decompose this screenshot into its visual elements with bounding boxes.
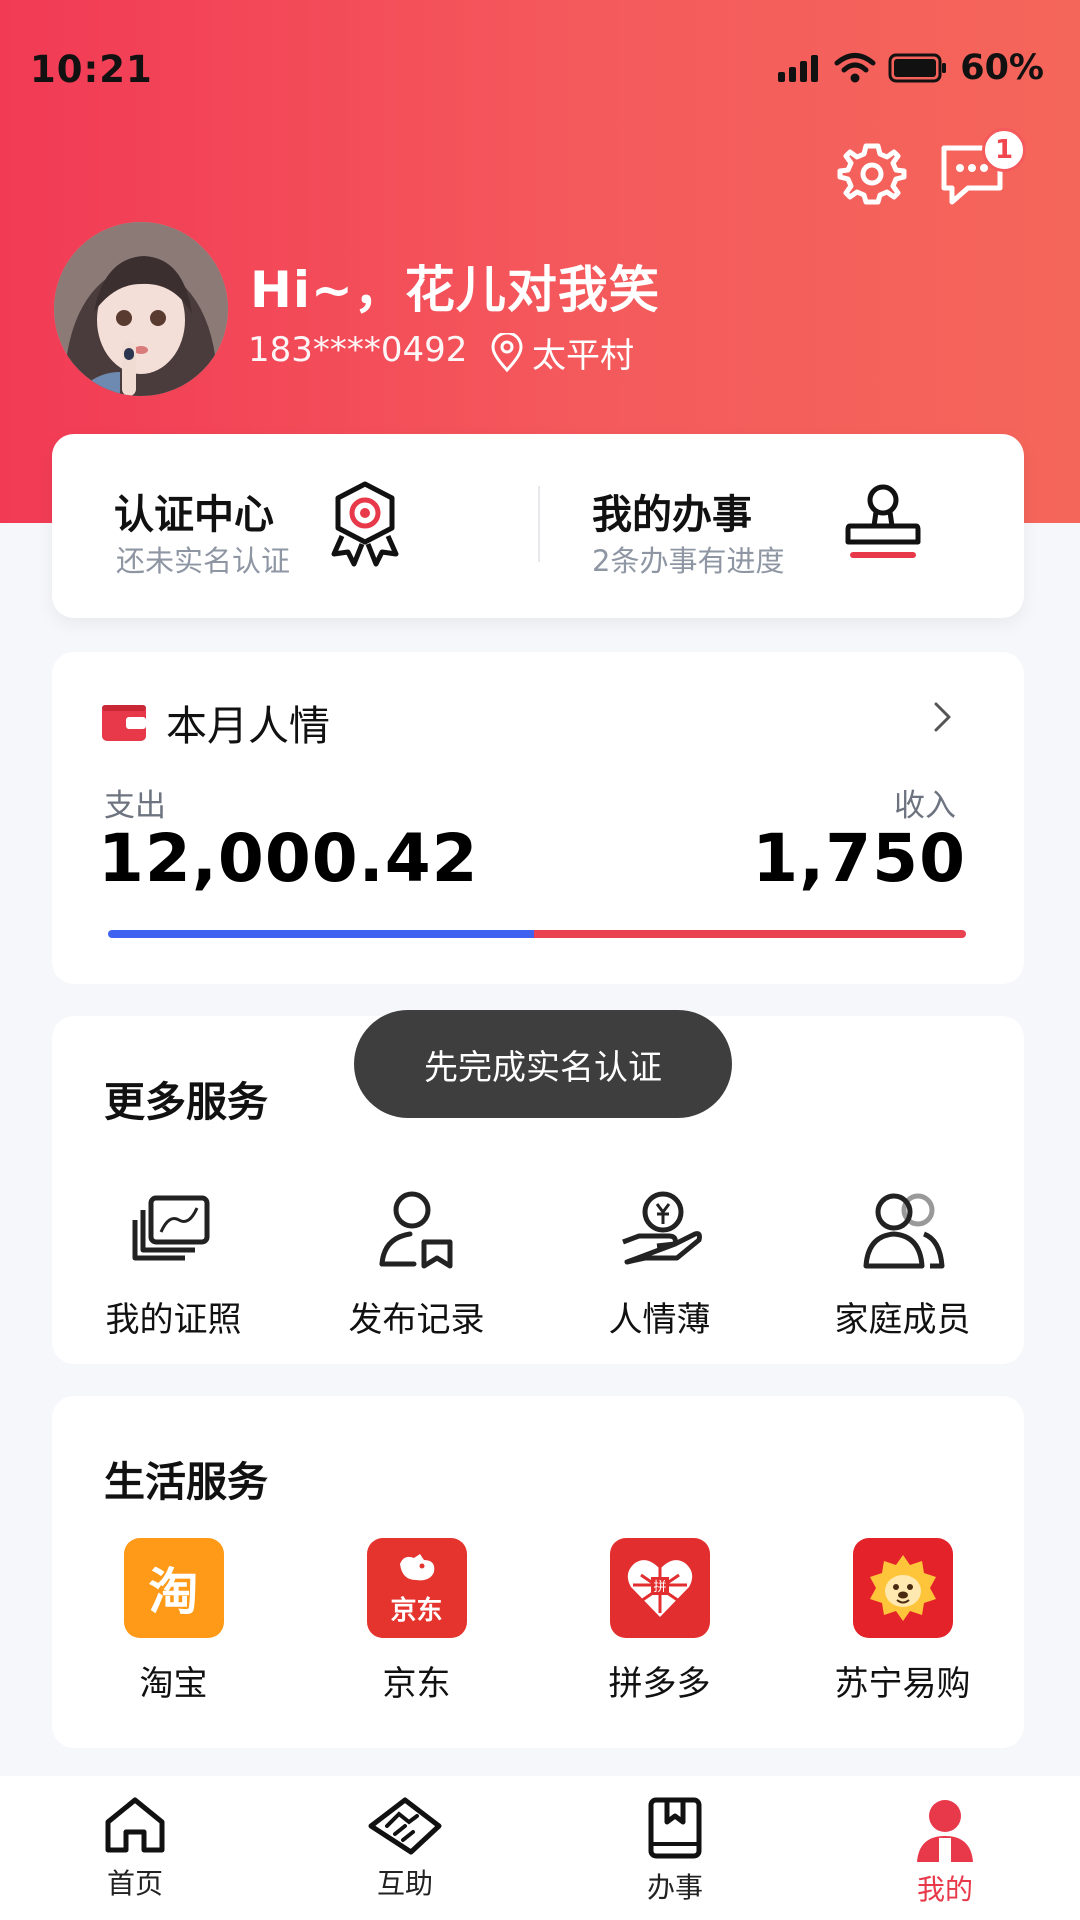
avatar[interactable] (54, 222, 228, 396)
more-services-grid: 我的证照 发布记录 人情薄 家庭成员 (52, 1186, 1024, 1341)
nav-label: 互助 (376, 1867, 433, 1900)
nav-mutual-help[interactable]: 互助 (270, 1776, 540, 1920)
user-location: 太平村 (490, 328, 634, 377)
status-bar: 10:21 60% (0, 0, 1080, 140)
family-icon (860, 1186, 946, 1272)
jd-dog-icon (399, 1553, 434, 1580)
service-publish-records[interactable]: 发布记录 (295, 1186, 538, 1341)
income-value: 1,750 (752, 820, 966, 897)
nav-affairs[interactable]: 办事 (540, 1776, 810, 1920)
certification-center-title: 认证中心 (114, 492, 274, 538)
pinduoduo-glyph: 拼 (653, 1580, 666, 1595)
status-indicators: 60% (776, 48, 1044, 88)
jd-glyph: 京东 (390, 1595, 443, 1626)
app-label: 京东 (382, 1664, 451, 1704)
life-services-title: 生活服务 (104, 1458, 268, 1506)
life-services-card: 生活服务 淘 淘宝 京东 京东 拼 拼多多 苏宁易购 (52, 1396, 1024, 1748)
settings-button[interactable] (836, 138, 908, 210)
battery-percentage: 60% (960, 48, 1044, 88)
message-count-badge: 1 (982, 128, 1026, 172)
my-affairs-entry[interactable]: 我的办事 2条办事有进度 (538, 434, 1024, 618)
service-label: 我的证照 (105, 1300, 242, 1340)
book-icon (648, 1797, 702, 1859)
jd-icon: 京东 (366, 1538, 467, 1638)
pinduoduo-icon: 拼 (609, 1538, 710, 1638)
handshake-icon (368, 1797, 442, 1855)
badge-icon (320, 478, 410, 568)
chevron-right-icon[interactable] (932, 700, 954, 734)
ratio-bar (108, 930, 966, 938)
app-label: 淘宝 (139, 1664, 208, 1704)
app-label: 苏宁易购 (834, 1664, 971, 1704)
wifi-icon (834, 53, 876, 83)
expense-value: 12,000.42 (98, 820, 479, 897)
monthly-favors-card[interactable]: 本月人情 支出 收入 12,000.42 1,750 (52, 652, 1024, 984)
publish-record-icon (374, 1186, 460, 1272)
my-affairs-title: 我的办事 (592, 492, 752, 538)
wallet-icon (102, 705, 146, 741)
nav-mine[interactable]: 我的 (810, 1776, 1080, 1920)
app-label: 拼多多 (608, 1664, 711, 1704)
my-affairs-progress: 2条办事有进度 (592, 544, 785, 578)
signal-icon (778, 55, 819, 82)
service-label: 人情薄 (608, 1300, 711, 1340)
more-services-title: 更多服务 (104, 1078, 268, 1126)
expense-bar (108, 930, 535, 938)
nav-home[interactable]: 首页 (0, 1776, 270, 1920)
status-time: 10:21 (30, 48, 153, 91)
gift-ledger-icon (617, 1186, 703, 1272)
certificate-icon (131, 1186, 217, 1272)
nav-label: 我的 (916, 1873, 973, 1906)
user-phone: 183****0492 (248, 330, 468, 370)
service-gift-ledger[interactable]: 人情薄 (538, 1186, 781, 1341)
toast-message: 先完成实名认证 (354, 1010, 732, 1118)
service-label: 家庭成员 (834, 1300, 971, 1340)
location-label: 太平村 (532, 336, 634, 376)
service-label: 发布记录 (348, 1300, 485, 1340)
app-taobao[interactable]: 淘 淘宝 (52, 1538, 295, 1705)
gear-icon (837, 143, 907, 205)
certification-status: 还未实名认证 (116, 544, 291, 578)
suning-lion-icon (852, 1538, 953, 1638)
life-services-grid: 淘 淘宝 京东 京东 拼 拼多多 苏宁易购 (52, 1538, 1024, 1705)
nav-label: 办事 (646, 1871, 703, 1904)
battery-icon (888, 53, 947, 83)
monthly-title: 本月人情 (166, 702, 330, 750)
home-icon (105, 1797, 165, 1853)
app-jd[interactable]: 京东 京东 (295, 1538, 538, 1705)
taobao-icon: 淘 (123, 1538, 224, 1638)
expense-label: 支出 (104, 788, 166, 824)
app-pinduoduo[interactable]: 拼 拼多多 (538, 1538, 781, 1705)
taobao-glyph: 淘 (148, 1563, 199, 1621)
avatar-illustration (54, 222, 228, 396)
user-greeting: Hi~，花儿对我笑 (250, 261, 660, 319)
quick-actions-card: 认证中心 还未实名认证 我的办事 2条办事有进度 (52, 434, 1024, 618)
app-suning[interactable]: 苏宁易购 (781, 1538, 1024, 1705)
monthly-header: 本月人情 (100, 692, 330, 752)
income-label: 收入 (894, 788, 956, 824)
service-family-members[interactable]: 家庭成员 (781, 1186, 1024, 1341)
location-pin-icon (491, 332, 523, 372)
service-my-certificates[interactable]: 我的证照 (52, 1186, 295, 1341)
stamp-icon (838, 480, 928, 570)
income-bar (534, 930, 966, 938)
person-icon (917, 1800, 973, 1862)
certification-center-entry[interactable]: 认证中心 还未实名认证 (52, 434, 538, 618)
nav-label: 首页 (106, 1867, 163, 1900)
bottom-nav: 首页 互助 办事 我的 (0, 1776, 1080, 1920)
